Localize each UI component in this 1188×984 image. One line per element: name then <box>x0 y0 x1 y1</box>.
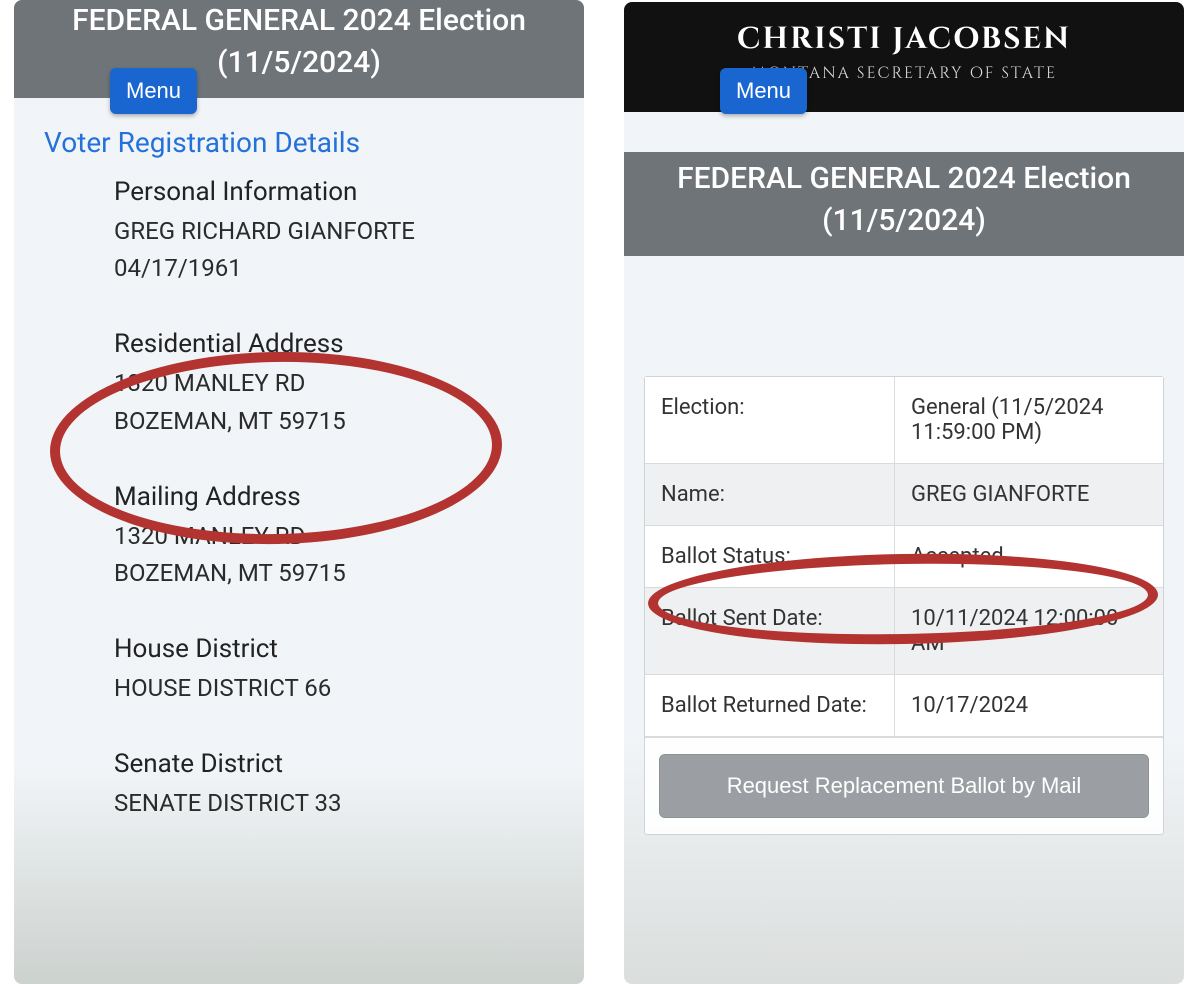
menu-button[interactable]: Menu <box>720 68 807 114</box>
banner-date: (11/5/2024) <box>822 203 986 238</box>
name-label: Name: <box>645 464 895 525</box>
ballot-status-panel: CHRISTI JACOBSEN MONTANA SECRETARY OF ST… <box>624 2 1184 984</box>
banner-date: (11/5/2024) <box>217 45 381 80</box>
voter-name: GREG RICHARD GIANFORTE <box>114 213 554 250</box>
banner-title: FEDERAL GENERAL 2024 Election <box>72 3 526 38</box>
brand-header: CHRISTI JACOBSEN MONTANA SECRETARY OF ST… <box>624 2 1184 112</box>
brand-name: CHRISTI JACOBSEN <box>634 20 1174 60</box>
personal-info-block: Personal Information GREG RICHARD GIANFO… <box>14 169 584 295</box>
election-banner: FEDERAL GENERAL 2024 Election (11/5/2024… <box>624 152 1184 256</box>
residential-line2: BOZEMAN, MT 59715 <box>114 403 554 440</box>
name-value: GREG GIANFORTE <box>895 464 1163 525</box>
ballot-status-value: Accepted <box>895 526 1163 587</box>
mailing-line1: 1320 MANLEY RD <box>114 518 554 555</box>
senate-heading: Senate District <box>114 749 554 779</box>
ballot-sent-value: 10/11/2024 12:00:00 AM <box>895 588 1163 674</box>
ballot-status-label: Ballot Status: <box>645 526 895 587</box>
residential-heading: Residential Address <box>114 329 554 359</box>
personal-info-heading: Personal Information <box>114 177 554 207</box>
table-row: Ballot Returned Date: 10/17/2024 <box>645 675 1163 737</box>
election-label: Election: <box>645 377 895 463</box>
house-value: HOUSE DISTRICT 66 <box>114 670 554 707</box>
residential-line1: 1320 MANLEY RD <box>114 365 554 402</box>
mailing-line2: BOZEMAN, MT 59715 <box>114 555 554 592</box>
ballot-sent-label: Ballot Sent Date: <box>645 588 895 674</box>
voter-dob: 04/17/1961 <box>114 250 554 287</box>
ballot-returned-label: Ballot Returned Date: <box>645 675 895 736</box>
table-row: Election: General (11/5/2024 11:59:00 PM… <box>645 377 1163 464</box>
table-row: Name: GREG GIANFORTE <box>645 464 1163 526</box>
election-value: General (11/5/2024 11:59:00 PM) <box>895 377 1163 463</box>
ballot-status-table: Election: General (11/5/2024 11:59:00 PM… <box>644 376 1164 835</box>
table-row: Ballot Status: Accepted <box>645 526 1163 588</box>
table-row: Ballot Sent Date: 10/11/2024 12:00:00 AM <box>645 588 1163 675</box>
house-district-block: House District HOUSE DISTRICT 66 <box>14 626 584 715</box>
senate-district-block: Senate District SENATE DISTRICT 33 <box>14 741 584 830</box>
mailing-heading: Mailing Address <box>114 482 554 512</box>
brand-subtitle: MONTANA SECRETARY OF STATE <box>634 62 1174 84</box>
section-title: Voter Registration Details <box>14 98 584 169</box>
residential-address-block: Residential Address 1320 MANLEY RD BOZEM… <box>14 321 584 447</box>
banner-title: FEDERAL GENERAL 2024 Election <box>677 161 1131 196</box>
ballot-returned-value: 10/17/2024 <box>895 675 1163 736</box>
mailing-address-block: Mailing Address 1320 MANLEY RD BOZEMAN, … <box>14 474 584 600</box>
house-heading: House District <box>114 634 554 664</box>
election-banner: FEDERAL GENERAL 2024 Election (11/5/2024… <box>14 0 584 98</box>
replace-ballot-wrap: Request Replacement Ballot by Mail <box>645 737 1163 834</box>
senate-value: SENATE DISTRICT 33 <box>114 785 554 822</box>
request-replacement-button[interactable]: Request Replacement Ballot by Mail <box>659 754 1149 818</box>
menu-button[interactable]: Menu <box>110 68 197 114</box>
voter-registration-panel: FEDERAL GENERAL 2024 Election (11/5/2024… <box>14 0 584 984</box>
